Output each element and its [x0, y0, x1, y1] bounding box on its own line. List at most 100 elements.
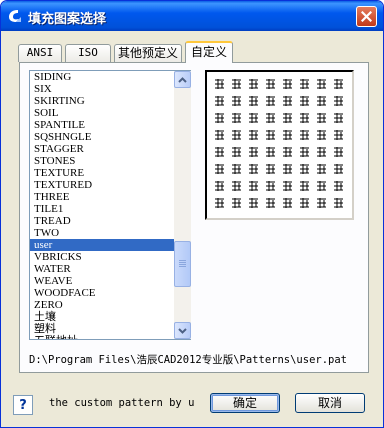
list-item[interactable]: THREE: [30, 191, 174, 203]
list-item[interactable]: 土壤: [30, 311, 174, 323]
list-item[interactable]: STAGGER: [30, 143, 174, 155]
tab-iso[interactable]: ISO: [65, 44, 111, 62]
list-item[interactable]: SIDING: [30, 71, 174, 83]
list-item[interactable]: SQSHNGLE: [30, 131, 174, 143]
pattern-tile: [249, 147, 258, 157]
pattern-tile: [300, 147, 309, 157]
pattern-tile: [334, 164, 343, 174]
pattern-tile: [215, 113, 224, 123]
pattern-tile: [283, 130, 292, 140]
pattern-tile: [232, 113, 241, 123]
pattern-tile: [283, 147, 292, 157]
pattern-tile: [232, 181, 241, 191]
pattern-tile: [300, 130, 309, 140]
list-item[interactable]: TILE1: [30, 203, 174, 215]
close-button[interactable]: [356, 6, 377, 27]
title-bar[interactable]: 填充图案选择: [1, 1, 383, 31]
list-item[interactable]: SKIRTING: [30, 95, 174, 107]
pattern-tile: [232, 79, 241, 89]
pattern-tile: [215, 130, 224, 140]
app-logo-icon: [9, 10, 21, 22]
pattern-tile: [300, 164, 309, 174]
pattern-file-path: D:\Program Files\浩辰CAD2012专业版\Patterns\u…: [29, 354, 348, 366]
pattern-listbox[interactable]: SIDING SIX SKIRTING SOIL SPANTILE SQSHNGLE STA…: [29, 70, 191, 340]
window-title: 填充图案选择: [28, 12, 107, 27]
pattern-tile: [232, 164, 241, 174]
pattern-tile: [266, 147, 275, 157]
pattern-tile: [215, 96, 224, 106]
pattern-tile: [249, 198, 258, 208]
pattern-tile: [266, 113, 275, 123]
hatch-pattern-dialog: 填充图案选择 ANSI ISO 其他预定义 自定义 SIDING SIX SKIRT…: [0, 0, 384, 428]
pattern-tile: [215, 147, 224, 157]
list-item[interactable]: WEAVE: [30, 275, 174, 287]
pattern-tile: [266, 96, 275, 106]
pattern-tile: [334, 96, 343, 106]
pattern-tile: [266, 130, 275, 140]
pattern-tile: [266, 198, 275, 208]
pattern-tile: [317, 96, 326, 106]
pattern-tile: [317, 198, 326, 208]
pattern-tile: [266, 181, 275, 191]
pattern-tile: [300, 79, 309, 89]
list-item[interactable]: SOIL: [30, 107, 174, 119]
list-scrollbar[interactable]: [174, 71, 191, 339]
pattern-tile: [232, 96, 241, 106]
scroll-down-button[interactable]: [174, 322, 191, 339]
help-button[interactable]: ?: [13, 395, 33, 415]
pattern-tile: [283, 198, 292, 208]
pattern-tile: [249, 181, 258, 191]
list-item[interactable]: STONES: [30, 155, 174, 167]
pattern-tile: [232, 198, 241, 208]
list-item[interactable]: SPANTILE: [30, 119, 174, 131]
list-item[interactable]: SIX: [30, 83, 174, 95]
scroll-up-button[interactable]: [174, 71, 191, 88]
pattern-tile: [232, 147, 241, 157]
close-icon: [361, 11, 372, 22]
list-item[interactable]: 塑料: [30, 323, 174, 335]
list-item[interactable]: ZERO: [30, 299, 174, 311]
pattern-tile: [317, 181, 326, 191]
pattern-tile: [334, 147, 343, 157]
list-item[interactable]: WOODFACE: [30, 287, 174, 299]
pattern-tile: [300, 181, 309, 191]
pattern-tile: [283, 113, 292, 123]
pattern-tile: [283, 181, 292, 191]
tab-custom[interactable]: 自定义: [185, 41, 233, 63]
chevron-down-icon: [178, 327, 187, 334]
list-item[interactable]: TWO: [30, 227, 174, 239]
pattern-tile: [317, 113, 326, 123]
pattern-preview-image: [215, 79, 343, 208]
pattern-tile: [215, 164, 224, 174]
pattern-tile: [249, 130, 258, 140]
pattern-tile: [334, 79, 343, 89]
pattern-tile: [317, 79, 326, 89]
pattern-tile: [317, 147, 326, 157]
pattern-tile: [334, 113, 343, 123]
list-item[interactable]: TEXTURED: [30, 179, 174, 191]
pattern-description: the custom pattern by user: [49, 397, 195, 409]
pattern-tile: [300, 96, 309, 106]
pattern-preview: [205, 70, 354, 220]
scroll-thumb[interactable]: [174, 241, 191, 287]
pattern-tile: [334, 181, 343, 191]
pattern-tile: [232, 130, 241, 140]
ok-button[interactable]: 确定: [210, 393, 280, 413]
list-item[interactable]: TEXTURE: [30, 167, 174, 179]
list-item[interactable]: WATER: [30, 263, 174, 275]
list-item[interactable]: 五联地址: [30, 335, 174, 339]
pattern-tile: [283, 164, 292, 174]
pattern-tile: [266, 79, 275, 89]
list-item[interactable]: VBRICKS: [30, 251, 174, 263]
pattern-tile: [266, 164, 275, 174]
pattern-tile: [334, 198, 343, 208]
tab-other-predefined[interactable]: 其他预定义: [114, 44, 182, 62]
pattern-tile: [249, 96, 258, 106]
list-item[interactable]: user: [30, 239, 174, 251]
cancel-button[interactable]: 取消: [295, 393, 365, 413]
list-item[interactable]: TREAD: [30, 215, 174, 227]
pattern-tile: [215, 198, 224, 208]
pattern-tile: [317, 130, 326, 140]
tab-ansi[interactable]: ANSI: [18, 44, 62, 62]
pattern-tile: [215, 79, 224, 89]
